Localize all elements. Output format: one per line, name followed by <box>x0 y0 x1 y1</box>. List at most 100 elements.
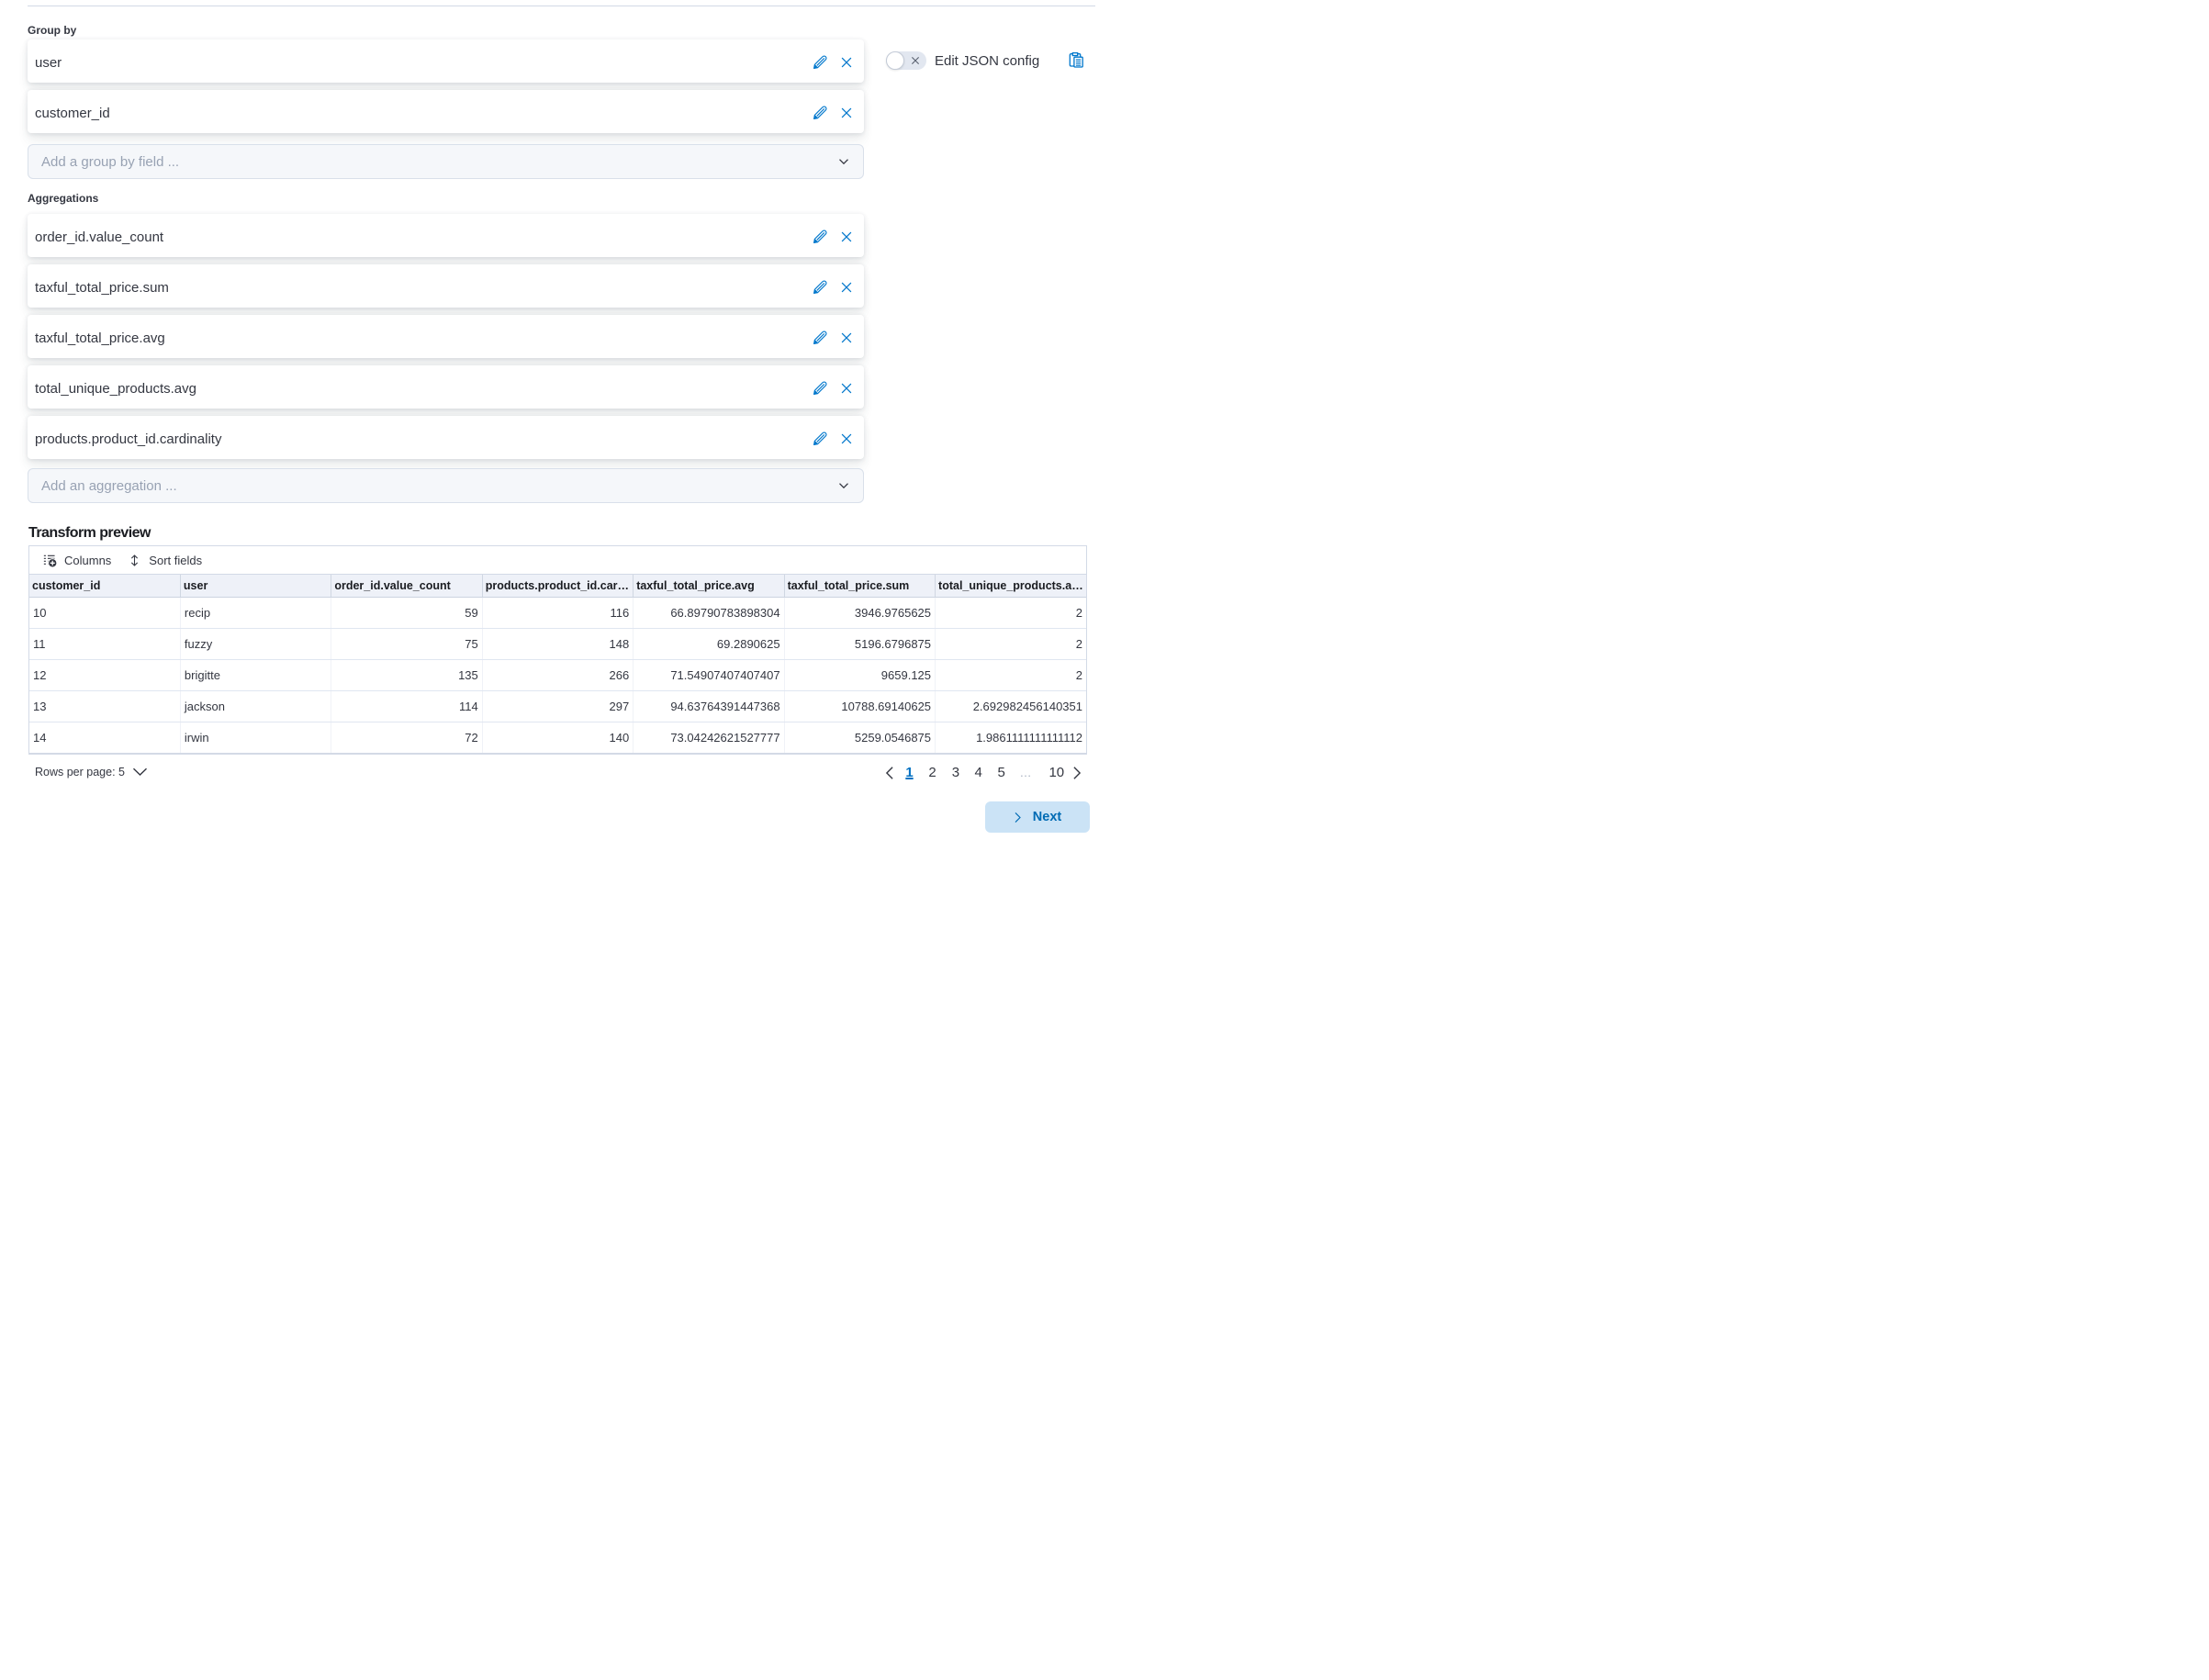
cell: 11 <box>29 629 180 660</box>
chevron-down-icon <box>132 764 148 779</box>
cell: 72 <box>331 722 482 754</box>
cell: 69.2890625 <box>634 629 784 660</box>
pagination-previous[interactable] <box>879 759 900 783</box>
cell: 1.9861111111111112 <box>936 722 1086 754</box>
sort-fields-button[interactable]: Sort fields <box>128 554 202 567</box>
cell: fuzzy <box>180 629 331 660</box>
edit-pencil-icon[interactable] <box>813 230 827 244</box>
pagination-page-2[interactable]: 2 <box>921 759 944 783</box>
cell: recip <box>180 598 331 629</box>
aggregation-item: taxful_total_price.avg <box>28 315 864 358</box>
transform-preview-title: Transform preview <box>28 523 864 543</box>
column-header-taxful-total-price-sum[interactable]: taxful_total_price.sum <box>784 575 935 598</box>
cell: 148 <box>482 629 633 660</box>
group-by-item-label: user <box>35 55 813 71</box>
cell: 71.54907407407407 <box>634 660 784 691</box>
rows-per-page-button[interactable]: Rows per page: 5 <box>35 759 148 783</box>
cell: 116 <box>482 598 633 629</box>
aggregation-item-label: taxful_total_price.avg <box>35 330 813 346</box>
group-by-label: Group by <box>28 24 864 37</box>
edit-pencil-icon[interactable] <box>813 330 827 345</box>
copy-clipboard-icon[interactable] <box>1069 52 1083 68</box>
edit-pencil-icon[interactable] <box>813 431 827 446</box>
cell: 114 <box>331 691 482 722</box>
pagination-bar: Rows per page: 5 1 2 3 4 5 … 10 <box>28 759 1087 783</box>
columns-button[interactable]: Columns <box>43 554 111 567</box>
delete-cross-icon[interactable] <box>839 330 854 345</box>
aggregation-item: products.product_id.cardinality <box>28 416 864 459</box>
delete-cross-icon[interactable] <box>839 381 854 396</box>
pivot-config-column: Group by user customer_id Add a group by… <box>28 0 864 543</box>
cell: 135 <box>331 660 482 691</box>
column-header-order-id-value-count[interactable]: order_id.value_count <box>331 575 482 598</box>
delete-cross-icon[interactable] <box>839 55 854 70</box>
cell: 297 <box>482 691 633 722</box>
column-header-customer-id[interactable]: customer_id <box>29 575 180 598</box>
aggregations-label: Aggregations <box>28 192 864 205</box>
cell: 140 <box>482 722 633 754</box>
aggregation-item-label: order_id.value_count <box>35 230 813 245</box>
edit-pencil-icon[interactable] <box>813 280 827 295</box>
cell: 12 <box>29 660 180 691</box>
add-group-by-combobox[interactable]: Add a group by field ... <box>28 144 864 179</box>
cell: 2.692982456140351 <box>936 691 1086 722</box>
table-row: 12 brigitte 135 266 71.54907407407407 96… <box>29 660 1086 691</box>
table-header-row: customer_id user order_id.value_count pr… <box>29 575 1086 598</box>
aggregation-item: order_id.value_count <box>28 214 864 257</box>
column-header-products-product-id-cardinality[interactable]: products.product_id.cardinality <box>482 575 633 598</box>
pagination-ellipsis: … <box>1015 759 1037 783</box>
group-by-item-user: user <box>28 39 864 83</box>
cell: brigitte <box>180 660 331 691</box>
delete-cross-icon[interactable] <box>839 230 854 244</box>
pagination-page-5[interactable]: 5 <box>990 759 1013 783</box>
next-button[interactable]: Next <box>985 801 1090 833</box>
delete-cross-icon[interactable] <box>839 431 854 446</box>
group-by-item-label: customer_id <box>35 106 813 121</box>
list-add-icon <box>43 554 57 567</box>
delete-cross-icon[interactable] <box>839 280 854 295</box>
cell: 9659.125 <box>784 660 935 691</box>
toggle-off-cross-icon <box>911 56 920 65</box>
edit-pencil-icon[interactable] <box>813 381 827 396</box>
rows-per-page-label: Rows per page: 5 <box>35 766 125 778</box>
sortable-icon <box>128 554 141 567</box>
cell: 10 <box>29 598 180 629</box>
cell: 59 <box>331 598 482 629</box>
edit-json-config-label: Edit JSON config <box>935 53 1039 69</box>
cell: 75 <box>331 629 482 660</box>
chevron-down-icon <box>836 154 851 169</box>
chevron-right-icon <box>1070 766 1084 780</box>
cell: 5259.0546875 <box>784 722 935 754</box>
cell: 13 <box>29 691 180 722</box>
edit-pencil-icon[interactable] <box>813 106 827 120</box>
pagination-page-3[interactable]: 3 <box>944 759 967 783</box>
cell: 10788.69140625 <box>784 691 935 722</box>
column-header-user[interactable]: user <box>180 575 331 598</box>
cell: 66.89790783898304 <box>634 598 784 629</box>
add-aggregation-combobox[interactable]: Add an aggregation ... <box>28 468 864 503</box>
chevron-right-icon <box>1012 812 1024 823</box>
group-by-item-customer-id: customer_id <box>28 90 864 133</box>
edit-pencil-icon[interactable] <box>813 55 827 70</box>
table-row: 13 jackson 114 297 94.63764391447368 107… <box>29 691 1086 722</box>
table-row: 11 fuzzy 75 148 69.2890625 5196.6796875 … <box>29 629 1086 660</box>
chevron-down-icon <box>836 478 851 493</box>
aggregation-item-label: total_unique_products.avg <box>35 381 813 397</box>
preview-table: customer_id user order_id.value_count pr… <box>29 574 1086 754</box>
delete-cross-icon[interactable] <box>839 106 854 120</box>
add-group-by-placeholder: Add a group by field ... <box>41 154 836 170</box>
column-header-total-unique-products-avg[interactable]: total_unique_products.avg <box>936 575 1086 598</box>
cell: 2 <box>936 598 1086 629</box>
pagination-next[interactable] <box>1066 759 1087 783</box>
edit-json-toggle[interactable] <box>886 51 926 70</box>
pagination-page-4[interactable]: 4 <box>967 759 990 783</box>
column-header-taxful-total-price-avg[interactable]: taxful_total_price.avg <box>634 575 784 598</box>
cell: 5196.6796875 <box>784 629 935 660</box>
cell: jackson <box>180 691 331 722</box>
cell: 94.63764391447368 <box>634 691 784 722</box>
edit-json-config-row: Edit JSON config <box>886 51 1039 70</box>
pagination-page-10[interactable]: 10 <box>1045 759 1068 783</box>
pagination-page-1[interactable]: 1 <box>898 759 921 783</box>
cell: 14 <box>29 722 180 754</box>
cell: irwin <box>180 722 331 754</box>
